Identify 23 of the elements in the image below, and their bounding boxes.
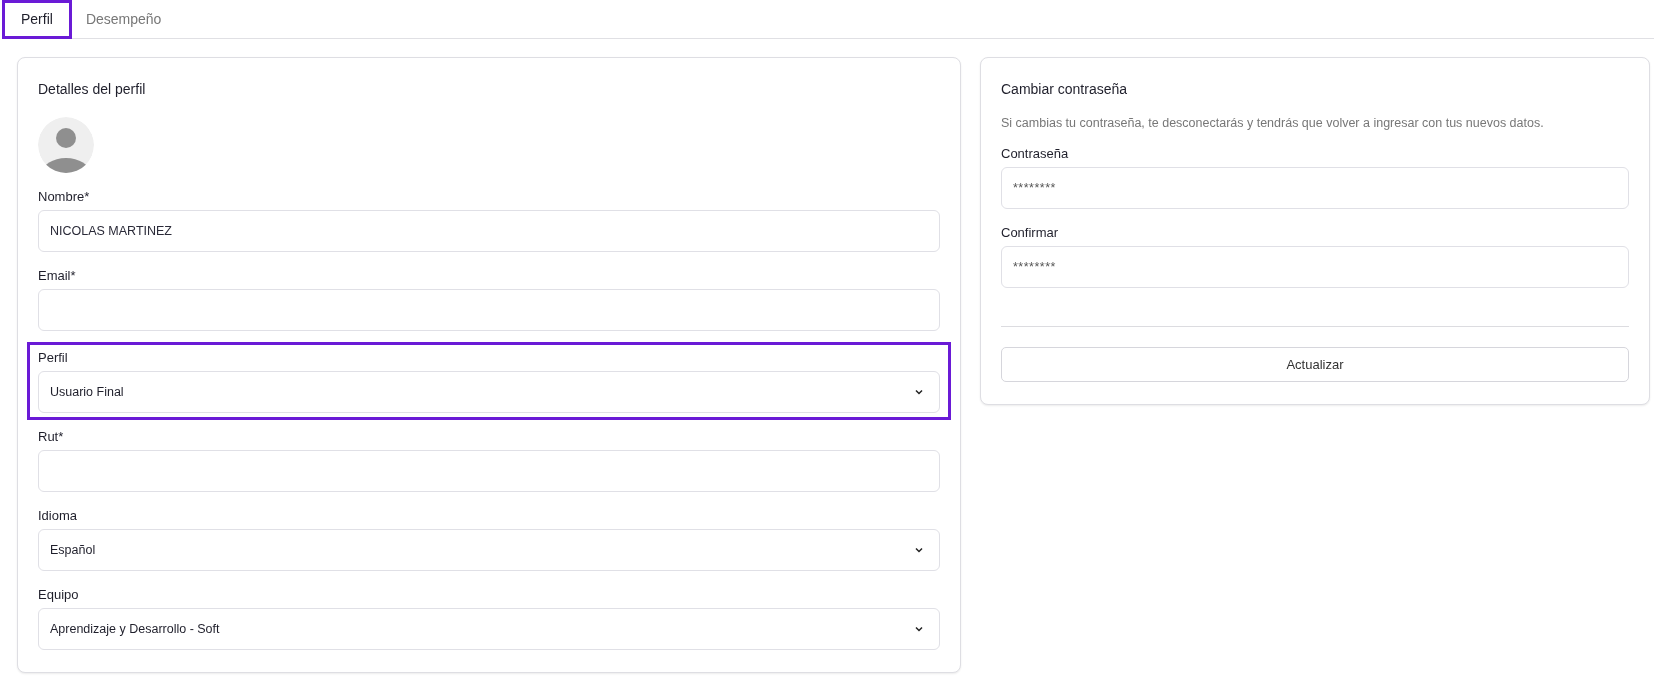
card-title: Cambiar contraseña (1001, 81, 1129, 97)
avatar-icon (38, 117, 94, 173)
dropdown[interactable]: Usuario Final (38, 371, 940, 413)
field-label: Idioma (38, 508, 79, 523)
field-label: Nombre* (38, 189, 91, 204)
field-label: Email* (38, 268, 77, 283)
dropdown[interactable]: Aprendizaje y Desarrollo - Soft (38, 608, 940, 650)
card-description: Si cambias tu contraseña, te desconectarás y tendrás que volver a ingresar con tus nuevos datos. (1001, 116, 1545, 130)
dropdown[interactable]: Español (38, 529, 940, 571)
input-field[interactable]: NICOLAS MARTINEZ (38, 210, 940, 252)
field-label: Contraseña (1001, 146, 1070, 161)
password-field[interactable]: ******** (1001, 167, 1629, 209)
password-field[interactable]: ******** (1001, 246, 1629, 288)
field-label: Confirmar (1001, 225, 1060, 240)
input-field[interactable] (38, 289, 940, 331)
field-label: Rut* (38, 429, 65, 444)
update-button[interactable]: Actualizar (1001, 347, 1629, 382)
tab[interactable]: Perfil (2, 0, 72, 39)
field-label: Equipo (38, 587, 80, 602)
card-title: Detalles del perfil (38, 81, 147, 97)
tab[interactable]: Desempeño (71, 0, 176, 39)
input-field[interactable] (38, 450, 940, 492)
field-label: Perfil (38, 350, 69, 365)
